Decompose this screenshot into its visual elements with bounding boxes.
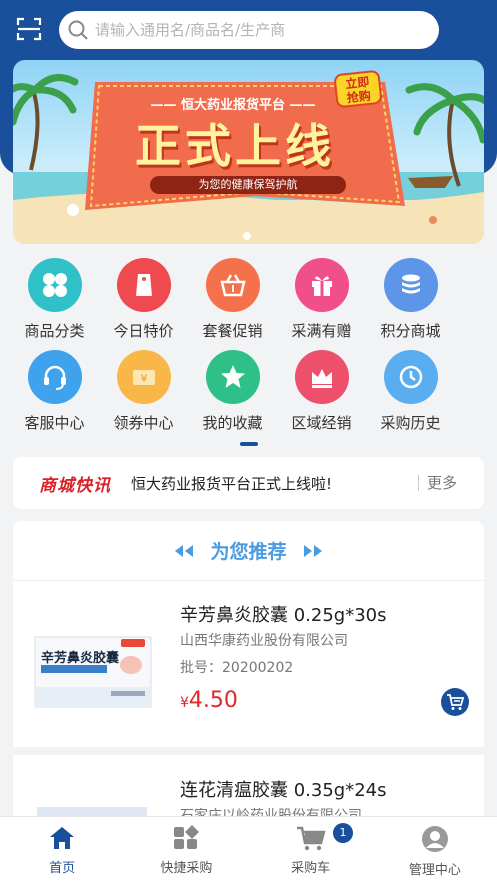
grid-item-points[interactable]: 积分商城 xyxy=(366,258,455,350)
double-arrow-left-icon xyxy=(175,544,194,557)
grid-label: 套餐促销 xyxy=(202,322,263,340)
grid-item-coupon[interactable]: ¥ 领券中心 xyxy=(99,350,188,442)
basket-icon xyxy=(205,258,260,312)
promo-banner[interactable]: —— 恒大药业报货平台 —— 正式上线 为您的健康保驾护航 立即 抢购 xyxy=(13,60,484,244)
buy-now-badge[interactable]: 立即 抢购 xyxy=(333,69,383,109)
feature-grid: 商品分类 今日特价 套餐促销 采满有赠 积分商城 客服中心 ¥ 领券中心 我的收… xyxy=(10,258,485,442)
double-arrow-right-icon xyxy=(303,544,322,557)
product-price: ¥4.50 xyxy=(180,688,238,713)
recommend-header: 为您推荐 xyxy=(13,521,484,581)
tab-label: 管理中心 xyxy=(408,863,461,878)
cart-count-badge: 1 xyxy=(333,823,353,843)
feature-row: 客服中心 ¥ 领券中心 我的收藏 区域经销 采购历史 xyxy=(10,350,485,442)
grid-label: 积分商城 xyxy=(380,322,441,340)
grid-label: 采满有赠 xyxy=(291,322,352,340)
add-to-cart-button[interactable] xyxy=(441,688,469,716)
banner-page-dot xyxy=(243,232,251,240)
gift-icon xyxy=(294,258,349,312)
star-icon xyxy=(205,350,260,404)
product-image: 辛芳鼻炎胶囊 xyxy=(33,633,153,713)
user-icon xyxy=(421,826,448,852)
category-icon xyxy=(27,258,82,312)
tab-home[interactable]: 首页 xyxy=(0,817,124,883)
price-value: 4.50 xyxy=(188,688,238,713)
home-icon xyxy=(50,827,75,849)
apps-icon xyxy=(174,825,200,849)
tab-label: 快捷采购 xyxy=(160,861,213,876)
shopping-cart-icon xyxy=(296,826,326,851)
banner-title: 正式上线 xyxy=(135,119,335,173)
grid-item-favorites[interactable]: 我的收藏 xyxy=(188,350,277,442)
grid-label: 今日特价 xyxy=(113,322,174,340)
price-currency: ¥ xyxy=(180,695,189,711)
headset-icon xyxy=(27,350,82,404)
tab-cart[interactable]: 采购车 xyxy=(249,817,373,883)
grid-page-indicator xyxy=(240,442,258,446)
product-card[interactable]: 连花清瘟胶囊 0.35g*24s 石家庄以岭药业股份有限公司 xyxy=(13,755,484,816)
grid-item-history[interactable]: 采购历史 xyxy=(366,350,455,442)
coupon-icon: ¥ xyxy=(116,350,171,404)
grid-item-package[interactable]: 套餐促销 xyxy=(188,258,277,350)
banner-slogan: 为您的健康保驾护航 xyxy=(150,176,346,194)
tab-label: 首页 xyxy=(49,861,76,876)
grid-item-special[interactable]: 今日特价 xyxy=(99,258,188,350)
recommend-title: 为您推荐 xyxy=(210,541,287,563)
product-name[interactable]: 辛芳鼻炎胶囊 0.25g*30s xyxy=(180,601,387,627)
search-icon xyxy=(68,20,88,40)
recommend-section: 为您推荐 辛芳鼻炎胶囊 辛芳鼻炎胶囊 0.25g*30s 山西华康药业股份有限公… xyxy=(13,521,484,816)
feature-row: 商品分类 今日特价 套餐促销 采满有赠 积分商城 xyxy=(10,258,485,350)
grid-item-gift[interactable]: 采满有赠 xyxy=(277,258,366,350)
tab-label: 采购车 xyxy=(291,861,331,876)
product-maker: 石家庄以岭药业股份有限公司 xyxy=(180,808,362,816)
svg-text:¥: ¥ xyxy=(140,372,147,385)
product-maker: 山西华康药业股份有限公司 xyxy=(180,633,348,649)
tab-manage[interactable]: 管理中心 xyxy=(373,817,497,883)
grid-label: 我的收藏 xyxy=(202,414,263,432)
scan-icon[interactable] xyxy=(14,14,44,44)
product-box-label: 辛芳鼻炎胶囊 xyxy=(41,651,120,666)
grid-label: 区域经销 xyxy=(291,414,352,432)
bottom-tab-bar: 首页 快捷采购 采购车 管理中心 xyxy=(0,816,497,883)
news-more-link[interactable]: 更多 xyxy=(417,475,457,491)
news-logo: 商城快讯 xyxy=(39,475,111,496)
coins-icon xyxy=(383,258,438,312)
grid-label: 领券中心 xyxy=(113,414,174,432)
grid-item-category[interactable]: 商品分类 xyxy=(10,258,99,350)
product-name[interactable]: 连花清瘟胶囊 0.35g*24s xyxy=(180,776,387,802)
grid-label: 采购历史 xyxy=(380,414,441,432)
news-headline[interactable]: 恒大药业报货平台正式上线啦! xyxy=(131,473,418,494)
clock-icon xyxy=(383,350,438,404)
news-bar[interactable]: 商城快讯 恒大药业报货平台正式上线啦! 更多 xyxy=(13,457,484,509)
search-bar[interactable] xyxy=(59,11,439,49)
crown-icon xyxy=(294,350,349,404)
grid-label: 客服中心 xyxy=(24,414,85,432)
grid-label: 商品分类 xyxy=(24,322,85,340)
cart-icon xyxy=(447,694,464,710)
search-input[interactable] xyxy=(95,21,415,39)
grid-item-service[interactable]: 客服中心 xyxy=(10,350,99,442)
tag-icon xyxy=(116,258,171,312)
product-image xyxy=(37,807,147,816)
grid-item-region[interactable]: 区域经销 xyxy=(277,350,366,442)
tab-quick-purchase[interactable]: 快捷采购 xyxy=(124,817,248,883)
badge-line-2: 抢购 xyxy=(346,88,372,106)
product-batch: 批号：20200202 xyxy=(180,660,294,676)
product-card[interactable]: 辛芳鼻炎胶囊 辛芳鼻炎胶囊 0.25g*30s 山西华康药业股份有限公司 批号：… xyxy=(13,581,484,755)
